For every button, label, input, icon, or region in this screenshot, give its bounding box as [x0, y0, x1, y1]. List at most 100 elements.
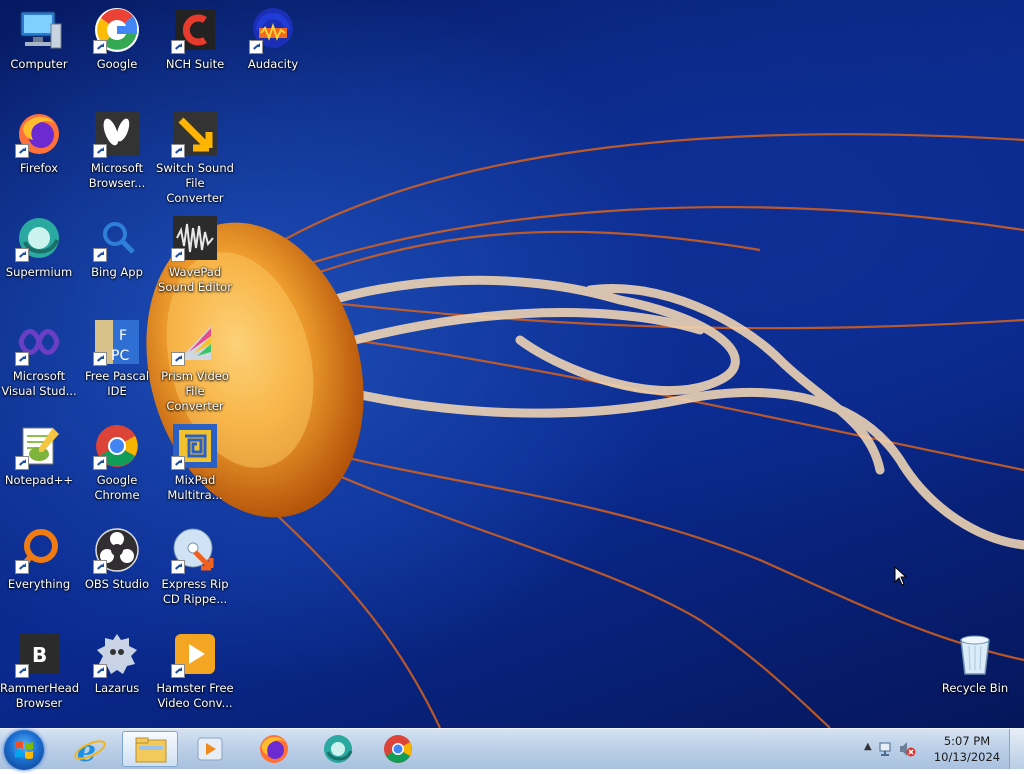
shortcut-arrow-icon [15, 664, 29, 678]
desktop-icon-supermium[interactable]: Supermium [0, 208, 78, 304]
shortcut-arrow-icon [93, 664, 107, 678]
start-button[interactable] [4, 730, 44, 770]
icon-label: NCH Suite [165, 57, 225, 71]
rammerhead-icon: B [15, 630, 63, 678]
desktop-icon-nch-suite[interactable]: NCH Suite [156, 0, 234, 96]
icon-label: Microsoft Visual Stud... [1, 369, 77, 398]
volume-muted-icon[interactable] [898, 740, 916, 758]
hamster-video-icon [171, 630, 219, 678]
clock-date: 10/13/2024 [933, 750, 1001, 764]
chrome-icon [384, 735, 412, 763]
show-desktop-button[interactable] [1009, 729, 1024, 769]
desktop-icon-firefox[interactable]: Firefox [0, 104, 78, 200]
express-rip-icon [171, 526, 219, 574]
shortcut-arrow-icon [171, 664, 185, 678]
taskbar-firefox[interactable] [246, 731, 302, 767]
desktop-icon-express-rip[interactable]: Express Rip CD Rippe... [156, 520, 234, 616]
shortcut-arrow-icon [171, 560, 185, 574]
shortcut-arrow-icon [171, 352, 185, 366]
taskbar-media-center[interactable] [182, 731, 238, 767]
icon-label: MixPad Multitra... [167, 473, 223, 502]
desktop-icon-mixpad[interactable]: MixPad Multitra... [156, 416, 234, 512]
clock-time: 5:07 PM [943, 734, 991, 748]
notepad-plus-plus-icon [15, 422, 63, 470]
firefox-icon [260, 735, 288, 763]
desktop-icon-recycle-bin[interactable]: Recycle Bin [936, 624, 1014, 720]
desktop-icon-rammerhead[interactable]: B RammerHead Browser [0, 624, 80, 720]
svg-text:B: B [32, 643, 47, 667]
svg-text:PC: PC [111, 348, 129, 364]
shortcut-arrow-icon [15, 144, 29, 158]
audacity-icon [249, 6, 297, 54]
icon-label: Prism Video File Converter [161, 369, 229, 413]
google-icon [93, 6, 141, 54]
taskbar-supermium[interactable] [310, 731, 366, 767]
icon-label: OBS Studio [84, 577, 150, 591]
recycle-bin-icon [951, 630, 999, 678]
svg-text:F: F [119, 328, 127, 344]
windows-logo-icon [15, 741, 33, 759]
switch-sound-icon [171, 110, 219, 158]
icon-label: WavePad Sound Editor [158, 265, 232, 294]
desktop-icon-visual-studio[interactable]: Microsoft Visual Stud... [0, 312, 78, 408]
obs-studio-icon [93, 526, 141, 574]
desktop-icon-hamster-video[interactable]: Hamster Free Video Conv... [156, 624, 234, 720]
mouse-cursor-icon [894, 566, 908, 586]
bing-app-icon [93, 214, 141, 262]
lazarus-icon [93, 630, 141, 678]
media-center-icon [197, 737, 223, 761]
file-explorer-icon [135, 737, 167, 763]
icon-label: Supermium [5, 265, 73, 279]
clock[interactable]: 5:07 PM 10/13/2024 [932, 733, 1002, 765]
desktop-icon-bing-app[interactable]: Bing App [78, 208, 156, 304]
desktop-icon-lazarus[interactable]: Lazarus [78, 624, 156, 720]
desktop-icon-everything[interactable]: Everything [0, 520, 78, 616]
shortcut-arrow-icon [171, 248, 185, 262]
show-hidden-icons-icon[interactable]: ▲ [864, 741, 872, 752]
shortcut-arrow-icon [93, 40, 107, 54]
google-chrome-icon [93, 422, 141, 470]
supermium-icon [15, 214, 63, 262]
desktop-icon-computer[interactable]: Computer [0, 0, 78, 96]
desktop-icon-audacity[interactable]: Audacity [234, 0, 312, 96]
shortcut-arrow-icon [93, 560, 107, 574]
firefox-icon [15, 110, 63, 158]
network-icon[interactable] [878, 740, 896, 758]
taskbar-file-explorer[interactable] [122, 731, 178, 767]
shortcut-arrow-icon [15, 456, 29, 470]
everything-icon [15, 526, 63, 574]
microsoft-browser-icon [93, 110, 141, 158]
mixpad-icon [171, 422, 219, 470]
icon-label: Audacity [247, 57, 299, 71]
visual-studio-icon [15, 318, 63, 366]
nch-suite-icon [171, 6, 219, 54]
computer-icon [15, 6, 63, 54]
desktop-icon-wavepad[interactable]: WavePad Sound Editor [156, 208, 234, 304]
desktop-icon-google-chrome[interactable]: Google Chrome [78, 416, 156, 512]
desktop-icon-switch-sound[interactable]: Switch Sound File Converter [156, 104, 234, 205]
taskbar: e ▲ 5:07 PM 10/13/2024 [0, 728, 1024, 770]
icon-label: Free Pascal IDE [84, 369, 150, 398]
shortcut-arrow-icon [93, 456, 107, 470]
icon-label: Recycle Bin [941, 681, 1009, 695]
icon-label: RammerHead Browser [0, 681, 80, 710]
icon-label: Computer [10, 57, 68, 71]
desktop[interactable]: Computer Google NCH Suite Audacity Firef… [0, 0, 1024, 728]
desktop-icon-google[interactable]: Google [78, 0, 156, 96]
shortcut-arrow-icon [15, 560, 29, 574]
desktop-icon-microsoft-browser[interactable]: Microsoft Browser... [78, 104, 156, 200]
prism-video-icon [171, 318, 219, 366]
taskbar-internet-explorer[interactable]: e [62, 731, 118, 769]
desktop-icon-notepad-plus-plus[interactable]: Notepad++ [0, 416, 78, 512]
desktop-icon-free-pascal[interactable]: F PC Free Pascal IDE [78, 312, 156, 408]
desktop-icon-prism-video[interactable]: Prism Video File Converter [156, 312, 234, 413]
shortcut-arrow-icon [15, 248, 29, 262]
shortcut-arrow-icon [249, 40, 263, 54]
shortcut-arrow-icon [93, 144, 107, 158]
icon-label: Express Rip CD Rippe... [161, 577, 229, 606]
taskbar-chrome[interactable] [370, 731, 426, 767]
icon-label: Switch Sound File Converter [156, 161, 234, 205]
icon-label: Microsoft Browser... [88, 161, 146, 190]
system-tray: ▲ 5:07 PM 10/13/2024 [854, 729, 1024, 769]
desktop-icon-obs-studio[interactable]: OBS Studio [78, 520, 156, 616]
